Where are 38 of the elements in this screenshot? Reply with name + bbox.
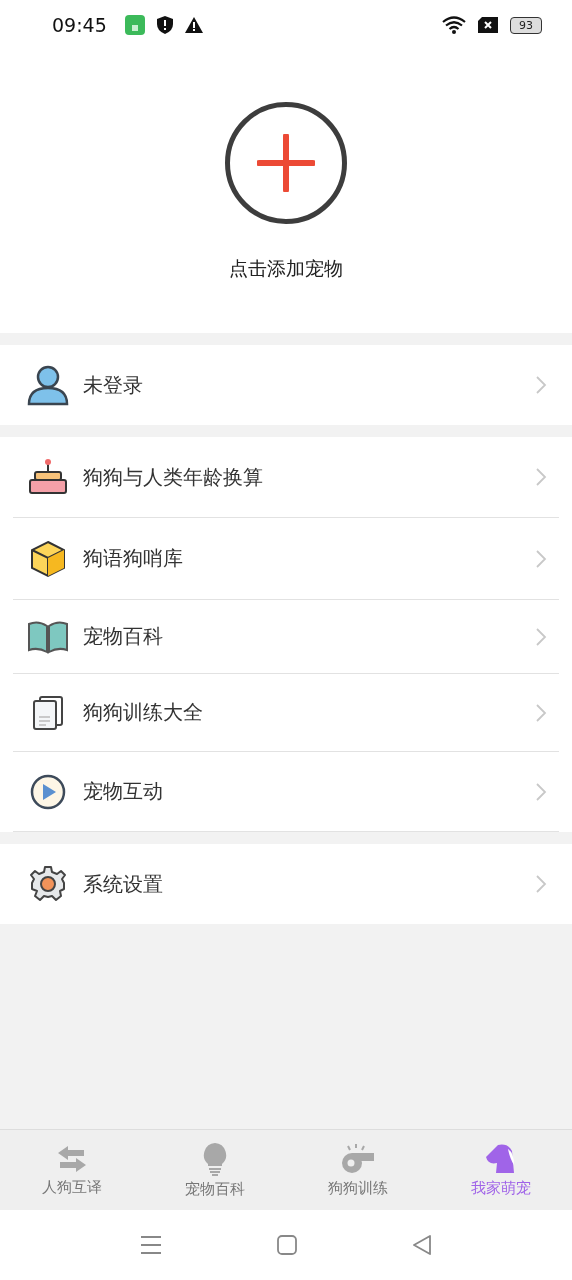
cake-icon [28, 458, 68, 496]
menu-item[interactable]: 狗语狗哨库 [13, 518, 559, 600]
status-time: 09:45 [52, 14, 107, 36]
no-sim-icon [478, 17, 498, 33]
lightbulb-icon [201, 1141, 228, 1176]
tab[interactable]: 宠物百科 [143, 1130, 286, 1210]
chevron-right-icon [535, 375, 547, 395]
menu-icon[interactable] [140, 1236, 162, 1254]
menu-item[interactable]: 宠物百科 [13, 600, 559, 674]
chevron-right-icon [535, 702, 547, 723]
whistle-icon [339, 1142, 376, 1175]
app-notification-icon [124, 15, 145, 35]
menu-item[interactable]: 狗狗与人类年龄换算 [13, 437, 559, 518]
menu-item[interactable]: 狗狗训练大全 [13, 674, 559, 752]
plus-icon [257, 134, 315, 192]
home-square-icon[interactable] [277, 1235, 297, 1255]
chevron-right-icon [535, 467, 547, 487]
back-triangle-icon[interactable] [412, 1235, 432, 1255]
chevron-right-icon [535, 626, 547, 647]
chevron-right-icon [535, 548, 547, 569]
shield-icon [156, 16, 173, 34]
menu-item[interactable]: 系统设置 [13, 844, 559, 924]
document-icon [32, 694, 64, 731]
wifi-icon [442, 16, 466, 34]
gear-icon [29, 865, 67, 903]
warning-icon [184, 17, 203, 33]
cube-icon [30, 539, 66, 578]
play-icon [30, 773, 66, 810]
tab[interactable]: 人狗互译 [0, 1130, 143, 1210]
add-pet-label: 点击添加宠物 [229, 256, 343, 281]
tab[interactable]: 狗狗训练 [286, 1130, 429, 1210]
book-icon [27, 619, 69, 654]
chevron-right-icon [535, 781, 547, 802]
battery-level: 93 [510, 16, 542, 34]
menu-item[interactable]: 宠物互动 [13, 752, 559, 832]
menu-item[interactable]: 未登录 [13, 345, 559, 425]
user-icon [26, 364, 70, 406]
chevron-right-icon [535, 874, 547, 894]
